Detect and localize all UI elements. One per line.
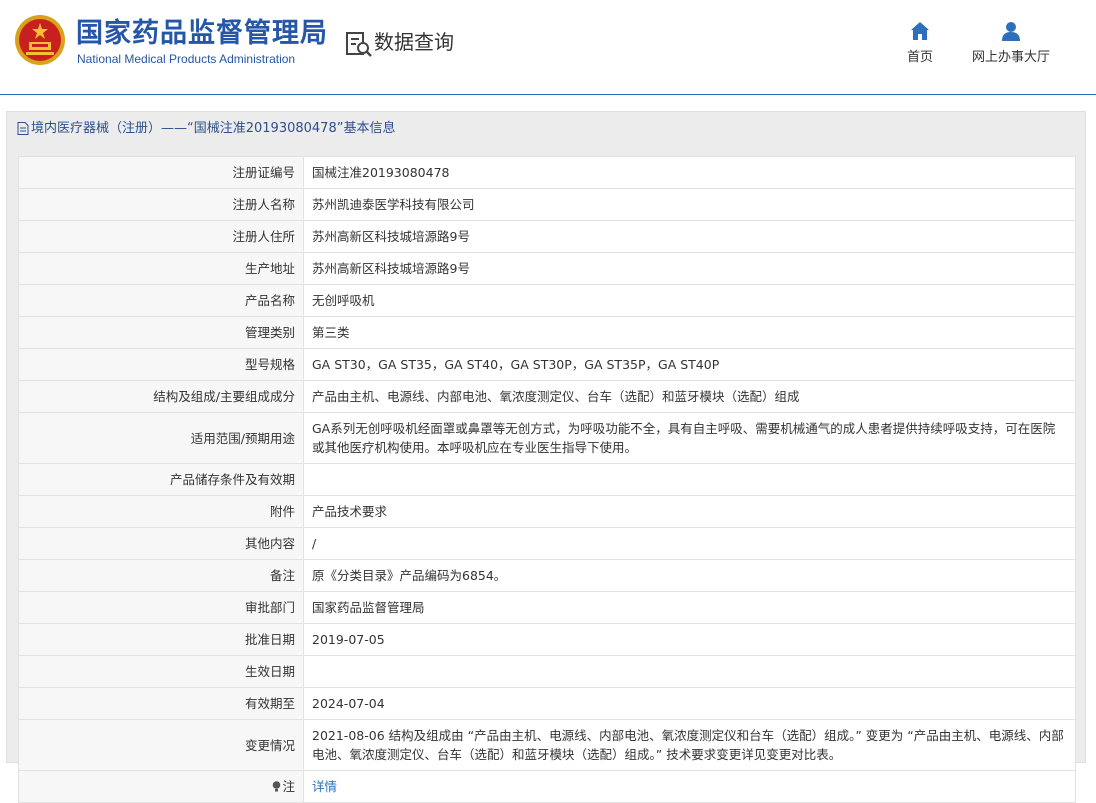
table-row: 产品名称 无创呼吸机: [18, 284, 1076, 317]
row-key: 产品储存条件及有效期: [18, 463, 304, 496]
row-value: 原《分类目录》产品编码为6854。: [303, 559, 1076, 592]
row-key: 附件: [18, 495, 304, 528]
document-icon: [17, 122, 29, 135]
row-value: 无创呼吸机: [303, 284, 1076, 317]
row-key: 注册证编号: [18, 156, 304, 189]
row-value: 产品由主机、电源线、内部电池、氧浓度测定仪、台车（选配）和蓝牙模块（选配）组成: [303, 380, 1076, 413]
row-key: 适用范围/预期用途: [18, 412, 304, 464]
data-query-title: 数据查询: [374, 30, 454, 54]
row-value: 苏州高新区科技城培源路9号: [303, 220, 1076, 253]
row-key: 其他内容: [18, 527, 304, 560]
home-icon: [911, 22, 929, 40]
table-row: 批准日期 2019-07-05: [18, 623, 1076, 656]
row-value: 详情: [303, 770, 1076, 803]
row-value: GA ST30，GA ST35，GA ST40，GA ST30P，GA ST35…: [303, 348, 1076, 381]
table-row: 结构及组成/主要组成成分 产品由主机、电源线、内部电池、氧浓度测定仪、台车（选配）…: [18, 380, 1076, 413]
detail-table: 注册证编号 国械注准20193080478 注册人名称 苏州凯迪泰医学科技有限公司 注册…: [18, 156, 1076, 803]
row-value: /: [303, 527, 1076, 560]
row-key: 生效日期: [18, 655, 304, 688]
site-header: 国家药品监督管理局 National Medical Products Admi…: [0, 0, 1096, 95]
table-row: 其他内容 /: [18, 527, 1076, 560]
row-value: GA系列无创呼吸机经面罩或鼻罩等无创方式，为呼吸功能不全，具有自主呼吸、需要机械…: [303, 412, 1076, 464]
table-row: 适用范围/预期用途 GA系列无创呼吸机经面罩或鼻罩等无创方式，为呼吸功能不全，具有…: [18, 412, 1076, 464]
table-row: 生产地址 苏州高新区科技城培源路9号: [18, 252, 1076, 285]
row-key: 型号规格: [18, 348, 304, 381]
row-key: 注: [18, 770, 304, 803]
row-value: 产品技术要求: [303, 495, 1076, 528]
panel-title: 境内医疗器械（注册）——“国械注准20193080478”基本信息: [7, 112, 1085, 146]
table-row: 注册证编号 国械注准20193080478: [18, 156, 1076, 189]
nav-home[interactable]: 首页: [900, 20, 940, 65]
brand-title-cn: 国家药品监督管理局: [76, 18, 328, 49]
note-key-label: 注: [282, 779, 295, 794]
row-key: 产品名称: [18, 284, 304, 317]
national-emblem-icon: [15, 15, 65, 65]
row-value: 国家药品监督管理局: [303, 591, 1076, 624]
detail-link[interactable]: 详情: [312, 779, 337, 794]
row-value: 第三类: [303, 316, 1076, 349]
row-key: 备注: [18, 559, 304, 592]
row-key: 结构及组成/主要组成成分: [18, 380, 304, 413]
row-key: 有效期至: [18, 687, 304, 720]
info-panel: 境内医疗器械（注册）——“国械注准20193080478”基本信息 注册证编号国…: [6, 111, 1086, 803]
row-value: 国械注准20193080478: [303, 156, 1076, 189]
nav-online-service-hall[interactable]: 网上办事大厅: [966, 20, 1056, 65]
row-value: [303, 655, 1076, 688]
row-value: 苏州高新区科技城培源路9号: [303, 252, 1076, 285]
brand-title-en: National Medical Products Administration: [77, 52, 296, 66]
table-row: 备注 原《分类目录》产品编码为6854。: [18, 559, 1076, 592]
row-value: 2019-07-05: [303, 623, 1076, 656]
user-icon: [1002, 22, 1020, 41]
table-row: 有效期至 2024-07-04: [18, 687, 1076, 720]
row-value: [303, 463, 1076, 496]
row-key: 注册人住所: [18, 220, 304, 253]
row-key: 批准日期: [18, 623, 304, 656]
panel-title-text: 境内医疗器械（注册）——“国械注准20193080478”基本信息: [31, 121, 396, 136]
table-row: 生效日期: [18, 655, 1076, 688]
row-value: 2021-08-06 结构及组成由 “产品由主机、电源线、内部电池、氧浓度测定仪…: [303, 719, 1076, 771]
table-row: 产品储存条件及有效期: [18, 463, 1076, 496]
row-value: 苏州凯迪泰医学科技有限公司: [303, 188, 1076, 221]
table-row: 注 详情: [18, 770, 1076, 803]
table-row: 型号规格 GA ST30，GA ST35，GA ST40，GA ST30P，GA …: [18, 348, 1076, 381]
row-key: 生产地址: [18, 252, 304, 285]
table-row: 附件 产品技术要求: [18, 495, 1076, 528]
row-key: 审批部门: [18, 591, 304, 624]
row-key: 变更情况: [18, 719, 304, 771]
row-key: 管理类别: [18, 316, 304, 349]
table-row: 审批部门 国家药品监督管理局: [18, 591, 1076, 624]
table-row: 注册人住所 苏州高新区科技城培源路9号: [18, 220, 1076, 253]
data-query-icon: [346, 32, 372, 57]
table-row: 注册人名称 苏州凯迪泰医学科技有限公司: [18, 188, 1076, 221]
table-row: 管理类别 第三类: [18, 316, 1076, 349]
table-row: 变更情况 2021-08-06 结构及组成由 “产品由主机、电源线、内部电池、氧浓…: [18, 719, 1076, 771]
row-value: 2024-07-04: [303, 687, 1076, 720]
nav-hall-label: 网上办事大厅: [971, 50, 1050, 65]
nav-home-label: 首页: [906, 50, 933, 65]
row-key: 注册人名称: [18, 188, 304, 221]
lightbulb-icon: [273, 781, 281, 792]
